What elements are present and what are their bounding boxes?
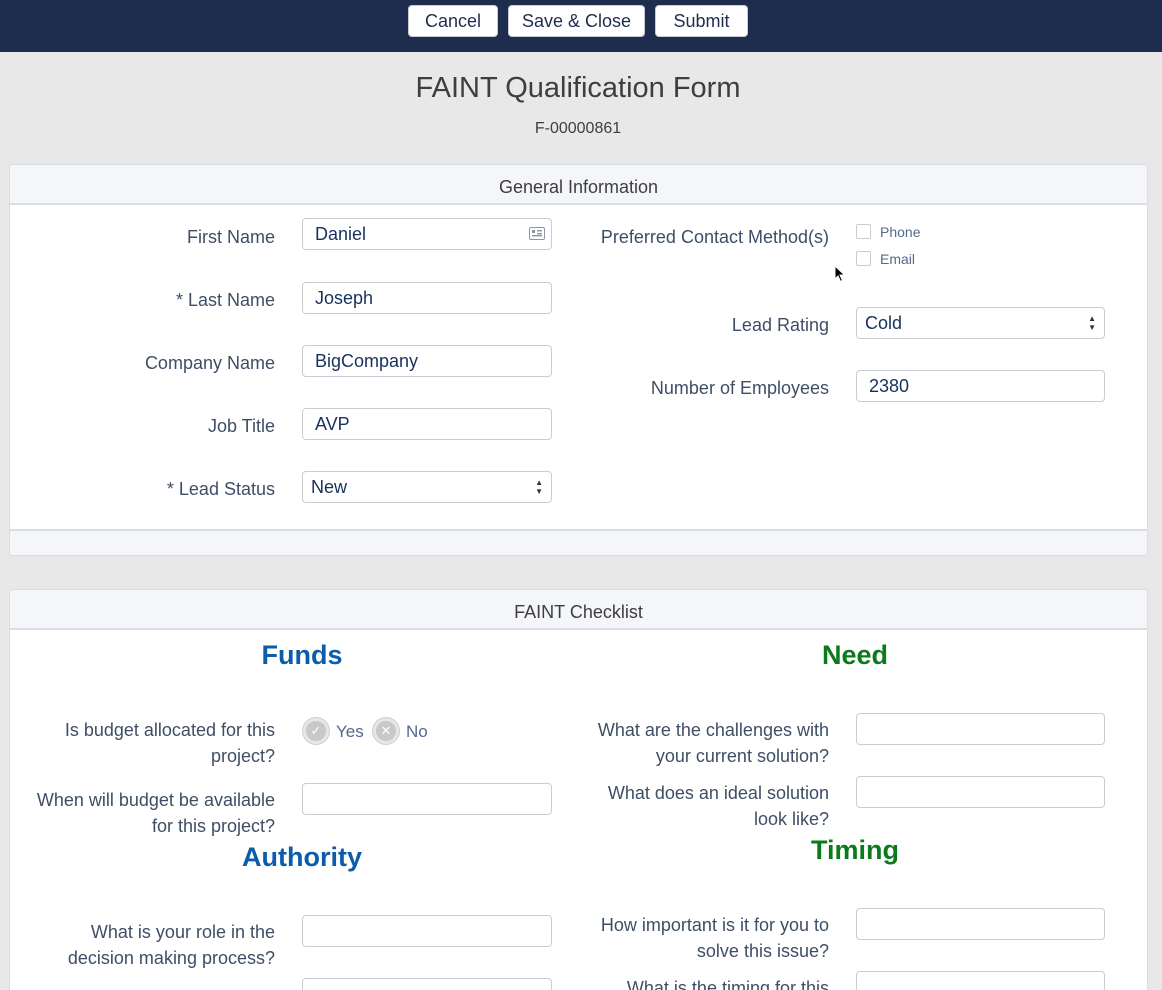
phone-checkbox-label: Phone bbox=[880, 224, 921, 240]
employees-label: Number of Employees bbox=[650, 378, 829, 398]
phone-checkbox[interactable] bbox=[856, 224, 871, 239]
lead-status-value: New bbox=[311, 477, 348, 497]
general-information-header: General Information bbox=[10, 165, 1147, 205]
contact-method-label: Preferred Contact Method(s) bbox=[600, 227, 829, 247]
funds-title: Funds bbox=[261, 640, 343, 670]
authority-q2-input[interactable] bbox=[302, 978, 552, 990]
first-name-input[interactable]: Daniel bbox=[302, 218, 552, 250]
cancel-button[interactable]: Cancel bbox=[408, 5, 498, 37]
decision-role-label: What is your role in the decision making… bbox=[67, 922, 275, 968]
budget-available-label: When will budget be available for this p… bbox=[36, 790, 275, 836]
budget-yes-label: Yes bbox=[336, 722, 364, 741]
email-checkbox[interactable] bbox=[856, 251, 871, 266]
budget-available-input[interactable] bbox=[302, 783, 552, 815]
budget-no-radio[interactable]: ✕ bbox=[372, 717, 400, 745]
record-id: F-00000861 bbox=[534, 120, 622, 137]
save-close-button[interactable]: Save & Close bbox=[508, 5, 645, 37]
need-title: Need bbox=[821, 640, 889, 670]
faint-checklist-card: FAINT Checklist Funds Need Is budget all… bbox=[9, 589, 1148, 990]
mouse-cursor-icon bbox=[834, 265, 846, 283]
last-name-input[interactable]: Joseph bbox=[302, 282, 552, 314]
faint-checklist-header: FAINT Checklist bbox=[10, 590, 1147, 630]
first-name-value: Daniel bbox=[315, 224, 367, 244]
importance-input[interactable] bbox=[856, 908, 1105, 940]
timing-title: Timing bbox=[810, 835, 899, 865]
job-title-label: Job Title bbox=[207, 416, 275, 436]
email-checkbox-label: Email bbox=[880, 251, 916, 267]
authority-title: Authority bbox=[242, 842, 362, 872]
lead-rating-label: Lead Rating bbox=[731, 315, 829, 335]
select-arrows-icon: ▲ ▼ bbox=[1088, 314, 1096, 332]
lead-status-select[interactable]: New ▲ ▼ bbox=[302, 471, 552, 503]
company-name-input[interactable]: BigCompany bbox=[302, 345, 552, 377]
general-information-footer bbox=[10, 529, 1147, 555]
ideal-solution-input[interactable] bbox=[856, 776, 1105, 808]
budget-allocated-label: Is budget allocated for this project? bbox=[64, 720, 275, 766]
budget-no-label: No bbox=[406, 722, 428, 741]
challenges-label: What are the challenges with your curren… bbox=[597, 720, 829, 766]
job-title-input[interactable]: AVP bbox=[302, 408, 552, 440]
check-icon: ✓ bbox=[306, 721, 326, 741]
decision-role-input[interactable] bbox=[302, 915, 552, 947]
submit-button[interactable]: Submit bbox=[655, 5, 748, 37]
lead-status-label: * Lead Status bbox=[166, 479, 275, 499]
last-name-label: * Last Name bbox=[175, 290, 275, 310]
lead-rating-select[interactable]: Cold ▲ ▼ bbox=[856, 307, 1105, 339]
ideal-solution-label: What does an ideal solution look like? bbox=[607, 783, 829, 829]
top-toolbar: Cancel Save & Close Submit bbox=[0, 0, 1162, 52]
lead-rating-value: Cold bbox=[865, 313, 903, 333]
contact-card-icon[interactable] bbox=[529, 227, 545, 240]
employees-input[interactable]: 2380 bbox=[856, 370, 1105, 402]
select-arrows-icon: ▲ ▼ bbox=[535, 478, 543, 496]
first-name-label: First Name bbox=[186, 227, 275, 247]
timing-input[interactable] bbox=[856, 971, 1105, 990]
challenges-input[interactable] bbox=[856, 713, 1105, 745]
page-title: FAINT Qualification Form bbox=[415, 72, 741, 104]
importance-label: How important is it for you to solve thi… bbox=[600, 915, 829, 961]
timing-label: What is the timing for this bbox=[626, 978, 829, 990]
company-name-label: Company Name bbox=[144, 353, 275, 373]
x-icon: ✕ bbox=[376, 721, 396, 741]
budget-yes-radio[interactable]: ✓ bbox=[302, 717, 330, 745]
general-information-card: General Information First Name Daniel * … bbox=[9, 164, 1148, 556]
